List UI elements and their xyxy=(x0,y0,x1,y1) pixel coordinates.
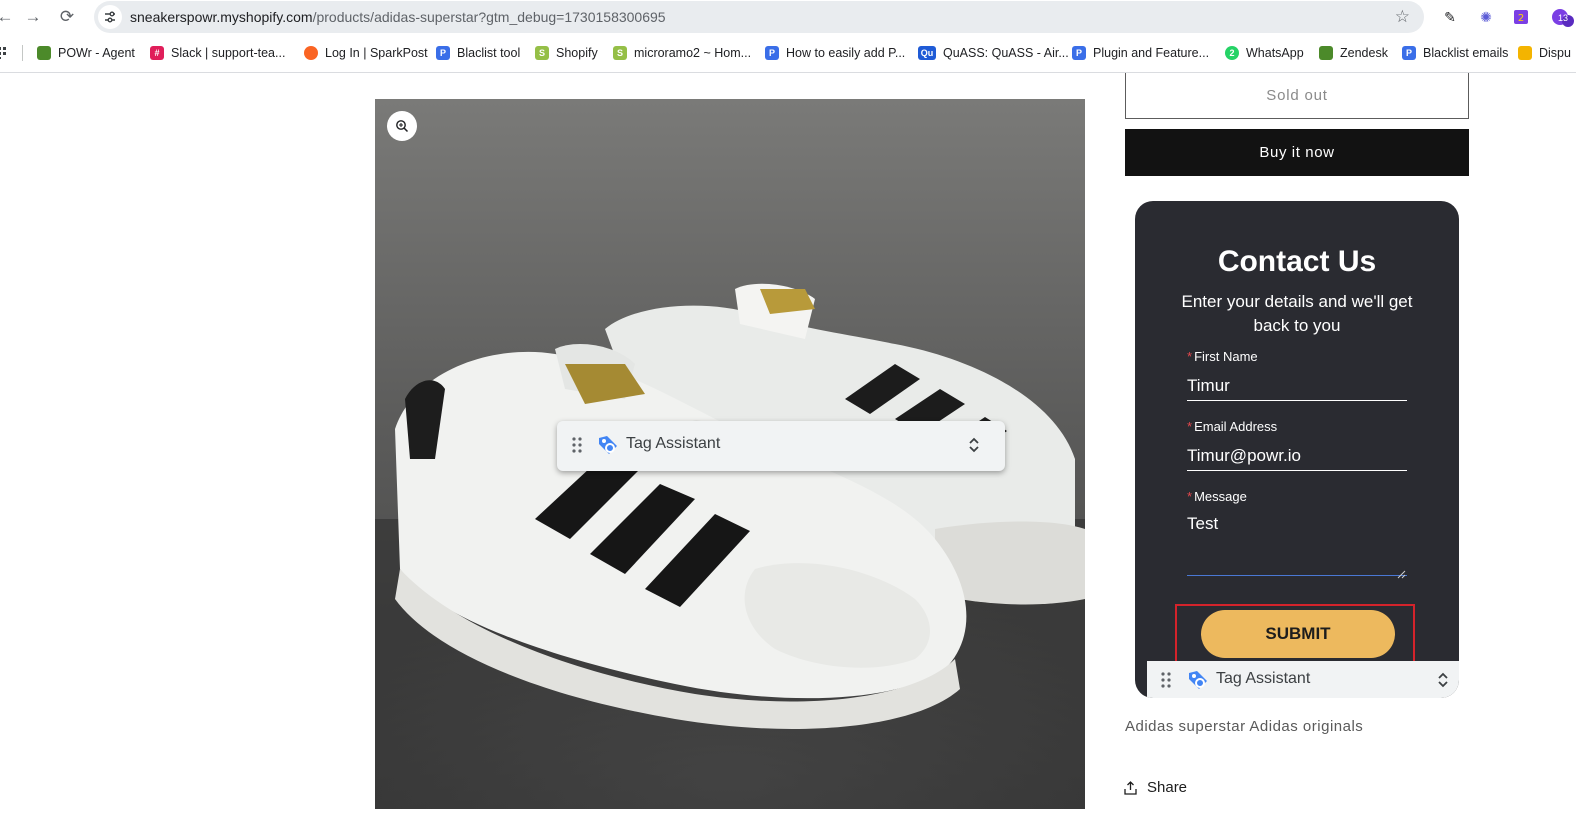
tag-assistant-panel[interactable]: Tag Assistant xyxy=(557,421,1005,471)
extension-badge: 13 xyxy=(1558,13,1569,23)
tag-assistant-label: Tag Assistant xyxy=(626,435,721,452)
bookmark-item[interactable]: Qu QuASS: QuASS - Air... xyxy=(918,44,1069,62)
bookmark-item[interactable]: Dispu xyxy=(1518,44,1571,62)
expand-collapse-icon[interactable] xyxy=(968,436,980,459)
bookmark-label: microramo2 ~ Hom... xyxy=(634,46,752,60)
required-mark: * xyxy=(1187,489,1193,504)
share-button[interactable]: Share xyxy=(1124,779,1187,796)
bookmark-item[interactable]: Log In | SparkPost xyxy=(304,44,428,62)
bookmark-label: Dispu xyxy=(1539,46,1571,60)
forward-icon[interactable]: → xyxy=(20,4,46,30)
share-label: Share xyxy=(1147,779,1188,796)
bookmark-label: How to easily add P... xyxy=(786,46,906,60)
powr-icon: P xyxy=(765,46,779,60)
contact-form: Contact Us Enter your details and we'll … xyxy=(1135,201,1459,698)
apps-grid-icon[interactable] xyxy=(0,44,6,62)
submit-highlight: SUBMIT xyxy=(1175,604,1415,665)
eyedropper-extension-icon[interactable]: ✎ xyxy=(1440,7,1460,27)
bookmark-item[interactable]: # Slack | support-tea... xyxy=(150,44,285,62)
bookmark-item[interactable]: Smicroramo2 ~ Hom... xyxy=(613,44,751,62)
bookmark-item[interactable]: Zendesk xyxy=(1319,44,1388,62)
email-label: * Email Address xyxy=(1187,419,1277,434)
extension-2-icon[interactable]: 2 xyxy=(1511,7,1531,27)
bookmark-item[interactable]: P Plugin and Feature... xyxy=(1072,44,1209,62)
email-label-text: Email Address xyxy=(1194,419,1278,434)
bookmarks-divider xyxy=(22,45,23,61)
whatsapp-icon: 2 xyxy=(1225,46,1239,60)
contact-title: Contact Us xyxy=(1217,245,1377,278)
email-input[interactable]: Timur@powr.io xyxy=(1187,446,1407,471)
message-textarea[interactable]: Test xyxy=(1187,514,1407,576)
tag-assistant-icon xyxy=(597,434,619,461)
profile-extension-icon[interactable]: 13 xyxy=(1546,7,1576,27)
required-mark: * xyxy=(1187,419,1193,434)
bookmark-item[interactable]: 2 WhatsApp xyxy=(1225,44,1304,62)
browser-toolbar: ← → ⟳ sneakerspowr.myshopify.com/product… xyxy=(0,0,1576,34)
bookmark-label: POWr - Agent xyxy=(58,46,135,60)
first-name-label: * First Name xyxy=(1187,349,1258,364)
bookmark-label: Blacklist emails xyxy=(1423,46,1509,60)
shopify-icon: S xyxy=(613,46,627,60)
share-icon xyxy=(1124,780,1137,795)
reload-icon[interactable]: ⟳ xyxy=(54,4,80,30)
drag-handle-icon[interactable] xyxy=(572,437,582,458)
submit-button[interactable]: SUBMIT xyxy=(1201,610,1395,658)
bookmark-item[interactable]: POWr - Agent xyxy=(37,44,135,62)
url-host: sneakerspowr.myshopify.com xyxy=(130,9,313,25)
sold-out-button[interactable]: Sold out xyxy=(1125,73,1469,119)
svg-text:2: 2 xyxy=(1518,13,1524,24)
browser-chrome: ← → ⟳ sneakerspowr.myshopify.com/product… xyxy=(0,0,1576,73)
bookmark-item[interactable]: S Shopify xyxy=(535,44,598,62)
resize-handle-icon[interactable] xyxy=(1397,566,1406,584)
first-name-input[interactable]: Timur xyxy=(1187,376,1407,401)
url-text[interactable]: sneakerspowr.myshopify.com/products/adid… xyxy=(130,9,666,25)
bookmark-label: Log In | SparkPost xyxy=(325,46,428,60)
bookmark-item[interactable]: P How to easily add P... xyxy=(765,44,905,62)
required-mark: * xyxy=(1187,349,1193,364)
url-path: /products/adidas-superstar?gtm_debug=173… xyxy=(312,9,666,25)
quass-icon: Qu xyxy=(918,46,936,60)
message-label: * Message xyxy=(1187,489,1247,504)
message-label-text: Message xyxy=(1194,489,1247,504)
first-name-label-text: First Name xyxy=(1194,349,1258,364)
expand-collapse-icon[interactable] xyxy=(1437,671,1449,694)
address-bar[interactable]: sneakerspowr.myshopify.com/products/adid… xyxy=(94,1,1424,33)
powr-icon: P xyxy=(1402,46,1416,60)
contact-subtitle: Enter your details and we'll get back to… xyxy=(1181,292,1413,335)
product-description: Adidas superstar Adidas originals xyxy=(1125,718,1364,735)
bookmark-label: Blaclist tool xyxy=(457,46,521,60)
bookmark-item[interactable]: P Blacklist emails xyxy=(1402,44,1508,62)
google-drive-icon xyxy=(1518,46,1532,60)
buy-now-button[interactable]: Buy it now xyxy=(1125,129,1469,176)
bookmark-label: WhatsApp xyxy=(1246,46,1304,60)
drag-handle-icon[interactable] xyxy=(1161,672,1171,693)
bookmark-label: QuASS: QuASS - Air... xyxy=(943,46,1069,60)
zendesk-icon xyxy=(1319,46,1333,60)
bookmark-label: Zendesk xyxy=(1340,46,1388,60)
slack-icon: # xyxy=(150,46,164,60)
tag-assistant-label: Tag Assistant xyxy=(1216,670,1311,687)
bookmark-label: Shopify xyxy=(556,46,598,60)
back-icon[interactable]: ← xyxy=(0,4,18,30)
bookmark-star-icon[interactable]: ☆ xyxy=(1395,7,1410,27)
bookmark-label: Slack | support-tea... xyxy=(171,46,286,60)
tag-assistant-icon xyxy=(1187,669,1209,696)
bookmark-label: Plugin and Feature... xyxy=(1093,46,1210,60)
bookmark-item[interactable]: P Blaclist tool xyxy=(436,44,520,62)
tag-assistant-bar[interactable]: Tag Assistant xyxy=(1147,661,1459,698)
bookmarks-bar: POWr - Agent # Slack | support-tea... Log… xyxy=(0,40,1576,66)
powr-icon: P xyxy=(1072,46,1086,60)
zoom-icon[interactable] xyxy=(387,111,417,141)
gear-extension-icon[interactable]: ✺ xyxy=(1476,7,1496,27)
shopify-icon: S xyxy=(535,46,549,60)
sparkpost-icon xyxy=(304,46,318,60)
powr-icon: P xyxy=(436,46,450,60)
site-info-icon[interactable] xyxy=(98,5,122,29)
powr-agent-icon xyxy=(37,46,51,60)
